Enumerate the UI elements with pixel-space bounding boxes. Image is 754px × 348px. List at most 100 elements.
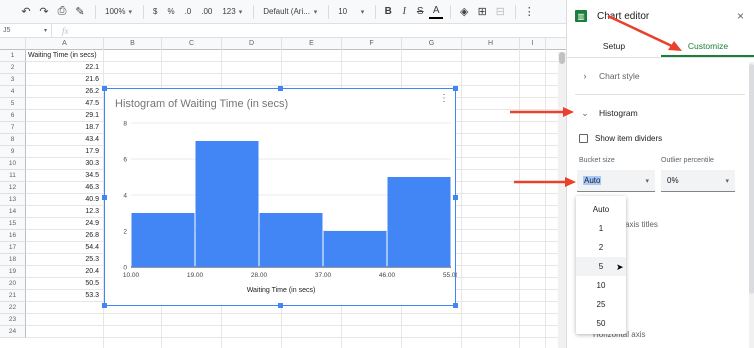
histogram-bar[interactable] xyxy=(259,213,323,267)
histogram-bar[interactable] xyxy=(131,213,195,267)
cell-value[interactable]: 43.4 xyxy=(26,134,102,146)
more-formats-button[interactable]: 123 xyxy=(218,3,246,21)
resize-handle[interactable] xyxy=(453,86,458,91)
name-box[interactable]: J5 ▾ xyxy=(0,24,52,37)
cell-value[interactable]: 17.9 xyxy=(26,146,102,158)
dropdown-option[interactable]: 2 xyxy=(576,238,626,257)
merge-cells-icon[interactable]: ⊟ xyxy=(492,3,508,21)
column-header[interactable]: F xyxy=(342,38,402,50)
row-header[interactable]: 10 xyxy=(0,158,26,170)
more-options-icon[interactable]: ⋮ xyxy=(521,3,537,21)
section-chart-style[interactable]: › Chart style xyxy=(567,66,747,86)
borders-icon[interactable]: ⊞ xyxy=(474,3,490,21)
row-header[interactable]: 23 xyxy=(0,314,26,326)
cell-value[interactable]: 26.2 xyxy=(26,86,102,98)
cell-value[interactable]: 24.9 xyxy=(26,218,102,230)
scrollbar-thumb[interactable] xyxy=(749,64,754,294)
column-header[interactable]: I xyxy=(520,38,546,50)
row-header[interactable]: 11 xyxy=(0,170,26,182)
currency-format-button[interactable]: $ xyxy=(149,3,161,21)
row-header[interactable]: 17 xyxy=(0,242,26,254)
row-header[interactable]: 2 xyxy=(0,62,26,74)
redo-icon[interactable]: ↷ xyxy=(36,3,52,21)
cell-value[interactable]: 40.9 xyxy=(26,194,102,206)
resize-handle[interactable] xyxy=(102,195,107,200)
font-select[interactable]: Default (Ari... xyxy=(259,3,321,21)
column-header[interactable]: H xyxy=(462,38,520,50)
panel-scrollbar[interactable] xyxy=(749,62,754,348)
column-header[interactable]: E xyxy=(282,38,342,50)
percent-format-button[interactable]: % xyxy=(163,3,178,21)
column-header[interactable]: D xyxy=(222,38,282,50)
column-header[interactable]: C xyxy=(162,38,222,50)
row-header[interactable]: 19 xyxy=(0,266,26,278)
fill-color-icon[interactable]: ◈ xyxy=(456,3,472,21)
row-header[interactable]: 18 xyxy=(0,254,26,266)
cell-value[interactable]: 47.5 xyxy=(26,98,102,110)
section-histogram[interactable]: ⌄ Histogram xyxy=(567,103,747,123)
dropdown-option[interactable]: Auto xyxy=(576,200,626,219)
italic-button[interactable]: I xyxy=(397,3,411,21)
row-header[interactable]: 7 xyxy=(0,122,26,134)
bold-button[interactable]: B xyxy=(381,3,395,21)
row-header[interactable]: 9 xyxy=(0,146,26,158)
histogram-bar[interactable] xyxy=(195,141,259,267)
zoom-select[interactable]: 100% xyxy=(101,3,136,21)
row-header[interactable]: 24 xyxy=(0,326,26,338)
histogram-chart[interactable]: Histogram of Waiting Time (in secs) ⋮ 02… xyxy=(102,86,458,308)
row-header[interactable]: 8 xyxy=(0,134,26,146)
cell-value[interactable]: 46.3 xyxy=(26,182,102,194)
cell-value[interactable]: 12.3 xyxy=(26,206,102,218)
column-header[interactable]: A xyxy=(26,38,104,50)
outlier-percentile-select[interactable]: 0% ▾ xyxy=(661,170,735,192)
histogram-bar[interactable] xyxy=(323,231,387,267)
row-header[interactable]: 22 xyxy=(0,302,26,314)
histogram-bar[interactable] xyxy=(387,177,451,267)
undo-icon[interactable]: ↶ xyxy=(18,3,34,21)
bucket-size-select[interactable]: Auto ▾ xyxy=(577,170,655,192)
cell-value[interactable]: 22.1 xyxy=(26,62,102,74)
sheet-scrollbar[interactable] xyxy=(558,52,566,348)
cell-a1-header[interactable]: Waiting Time (in secs) xyxy=(26,50,102,62)
resize-handle[interactable] xyxy=(453,303,458,308)
increase-decimal-button[interactable]: .00 xyxy=(197,3,216,21)
scrollbar-thumb[interactable] xyxy=(559,52,565,64)
cell-value[interactable]: 54.4 xyxy=(26,242,102,254)
dropdown-option[interactable]: 10 xyxy=(576,276,626,295)
cell-value[interactable]: 34.5 xyxy=(26,170,102,182)
paint-format-icon[interactable]: ✎ xyxy=(72,3,88,21)
resize-handle[interactable] xyxy=(453,195,458,200)
select-all-corner[interactable] xyxy=(0,38,26,50)
cell-value[interactable]: 21.6 xyxy=(26,74,102,86)
row-header[interactable]: 14 xyxy=(0,206,26,218)
row-header[interactable]: 4 xyxy=(0,86,26,98)
row-header[interactable]: 20 xyxy=(0,278,26,290)
cell-value[interactable]: 29.1 xyxy=(26,110,102,122)
row-header[interactable]: 5 xyxy=(0,98,26,110)
cell-value[interactable]: 20.4 xyxy=(26,266,102,278)
cell-value[interactable]: 30.3 xyxy=(26,158,102,170)
row-header[interactable]: 12 xyxy=(0,182,26,194)
cell-value[interactable]: 26.8 xyxy=(26,230,102,242)
resize-handle[interactable] xyxy=(102,86,107,91)
resize-handle[interactable] xyxy=(102,303,107,308)
row-header[interactable]: 16 xyxy=(0,230,26,242)
dropdown-option[interactable]: 50 xyxy=(576,314,626,333)
column-header[interactable]: G xyxy=(402,38,462,50)
cell-value[interactable]: 53.3 xyxy=(26,290,102,302)
close-icon[interactable]: × xyxy=(737,9,744,23)
cell-value[interactable]: 50.5 xyxy=(26,278,102,290)
row-header[interactable]: 21 xyxy=(0,290,26,302)
resize-handle[interactable] xyxy=(278,86,283,91)
print-icon[interactable]: ⎙ xyxy=(54,3,70,21)
font-size-select[interactable]: 10 xyxy=(334,3,368,21)
row-header[interactable]: 6 xyxy=(0,110,26,122)
row-header[interactable]: 3 xyxy=(0,74,26,86)
dropdown-option[interactable]: 25 xyxy=(576,295,626,314)
show-item-dividers[interactable]: Show item dividers xyxy=(579,134,662,143)
cell-value[interactable]: 25.3 xyxy=(26,254,102,266)
cell-value[interactable]: 18.7 xyxy=(26,122,102,134)
text-color-button[interactable]: A xyxy=(429,5,444,19)
strikethrough-button[interactable]: S xyxy=(413,3,427,21)
dropdown-option[interactable]: 1 xyxy=(576,219,626,238)
